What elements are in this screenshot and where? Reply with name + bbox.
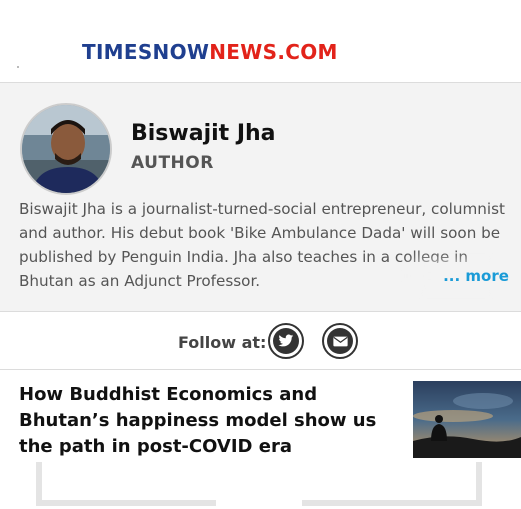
site-logo[interactable]: TIMESNOWNEWS.COM xyxy=(82,40,338,64)
email-icon xyxy=(327,328,353,354)
email-button[interactable] xyxy=(322,323,358,359)
author-card: Biswajit Jha AUTHOR Biswajit Jha is a jo… xyxy=(0,82,521,312)
article-item[interactable]: How Buddhist Economics and Bhutan’s happ… xyxy=(0,370,521,460)
frame-bottom-right xyxy=(302,500,482,506)
twitter-button[interactable] xyxy=(268,323,304,359)
author-avatar xyxy=(20,103,112,195)
follow-label: Follow at: xyxy=(178,333,267,352)
article-thumbnail[interactable] xyxy=(413,381,521,458)
header-dot xyxy=(17,66,19,68)
article-headline[interactable]: How Buddhist Economics and Bhutan’s happ… xyxy=(19,382,399,460)
author-role: AUTHOR xyxy=(131,153,214,173)
avatar-photo xyxy=(22,105,110,193)
site-header: TIMESNOWNEWS.COM xyxy=(0,0,521,82)
frame-left-bottom xyxy=(36,462,42,506)
frame-bottom-left xyxy=(36,500,216,506)
meditation-silhouette-image xyxy=(413,381,521,458)
twitter-icon xyxy=(273,328,299,354)
author-name: Biswajit Jha xyxy=(131,121,276,146)
logo-text-part2: NEWS.COM xyxy=(209,40,338,64)
follow-bar: Follow at: xyxy=(0,311,521,370)
frame-right-bottom xyxy=(476,462,482,506)
read-more-link[interactable]: ... more xyxy=(431,263,521,289)
logo-text-part1: TIMESNOW xyxy=(82,40,210,64)
